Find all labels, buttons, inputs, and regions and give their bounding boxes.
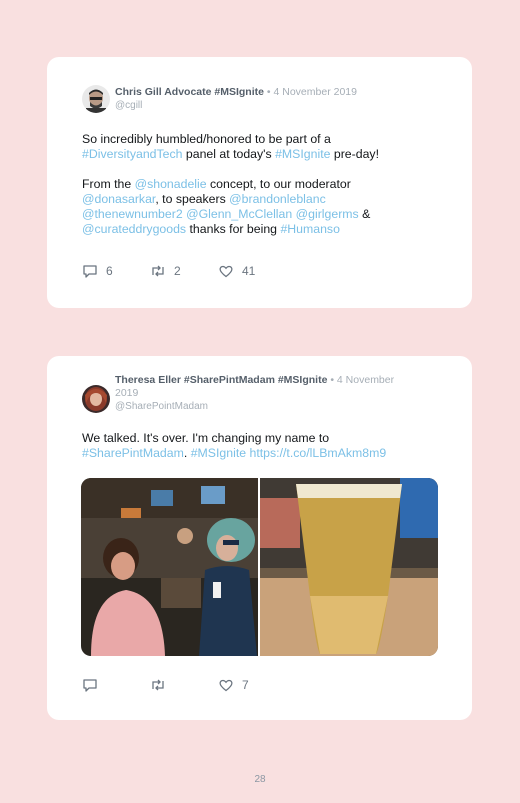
text: , to speakers [155,192,230,206]
mention-link[interactable]: @shonadelie [135,177,207,191]
retweet-button[interactable] [150,677,166,693]
like-count: 41 [242,264,256,278]
mention-link[interactable]: @curateddrygoods [82,222,186,236]
author-name[interactable]: Chris Gill Advocate #MSIgnite [115,86,264,98]
hashtag-link[interactable]: #MSIgnite [191,446,246,460]
avatar[interactable] [82,385,110,413]
like-button[interactable]: 7 [218,677,249,693]
reply-button[interactable] [82,677,98,693]
tweet-card: Chris Gill Advocate #MSIgnite • 4 Novemb… [47,57,472,308]
hashtag-link[interactable]: #MSIgnite [275,147,330,161]
text: concept, to our moderator [206,177,351,191]
reply-count: 6 [106,264,113,278]
text: panel at today's [182,147,276,161]
tweet-text: So incredibly humbled/honored to be part… [82,132,442,237]
text: So incredibly humbled/honored to be part… [82,132,331,146]
hashtag-link[interactable]: #Humanso [280,222,339,236]
reply-icon [83,679,97,692]
author-name[interactable]: Theresa Eller #SharePintMadam #MSIgnite [115,374,327,386]
photo-grid [81,478,438,656]
tweet-card: Theresa Eller #SharePintMadam #MSIgnite … [47,356,472,720]
tweet-header: Theresa Eller #SharePintMadam #MSIgnite … [115,374,415,413]
retweet-count: 2 [174,264,181,278]
retweet-button[interactable]: 2 [150,263,181,279]
author-handle[interactable]: @cgill [115,99,415,112]
text: & [358,207,371,221]
text: From the [82,177,135,191]
mention-link[interactable]: @thenewnumber2 [82,207,183,221]
url-link[interactable]: https://t.co/lLBmAkm8m9 [250,446,387,460]
reply-icon [83,265,97,278]
mention-link[interactable]: @girlgerms [296,207,359,221]
like-icon [219,265,233,278]
photo-bar-crowd[interactable] [81,478,258,656]
hashtag-link[interactable]: #DiversityandTech [82,147,182,161]
separator: • [327,374,337,386]
retweet-icon [152,679,164,691]
retweet-icon [152,265,164,277]
like-count: 7 [242,678,249,692]
tweet-date[interactable]: 4 November 2019 [274,86,357,98]
tweet-text: We talked. It's over. I'm changing my na… [82,431,442,461]
avatar[interactable] [82,85,110,113]
mention-link[interactable]: @brandonleblanc [229,192,326,206]
text: pre-day! [330,147,379,161]
hashtag-link[interactable]: #SharePintMadam [82,446,184,460]
text: thanks for being [186,222,281,236]
separator: • [263,86,274,98]
text: We talked. It's over. I'm changing my na… [82,431,330,445]
like-icon [219,679,233,692]
mention-link[interactable]: @Glenn_McClellan [186,207,292,221]
reply-button[interactable]: 6 [82,263,113,279]
mention-link[interactable]: @donasarkar [82,192,155,206]
like-button[interactable]: 41 [218,263,255,279]
photo-beer-glass[interactable] [260,478,438,656]
page-number: 28 [254,774,266,785]
author-handle[interactable]: @SharePointMadam [115,400,415,413]
text: . [183,446,191,460]
tweet-header: Chris Gill Advocate #MSIgnite • 4 Novemb… [115,86,415,112]
